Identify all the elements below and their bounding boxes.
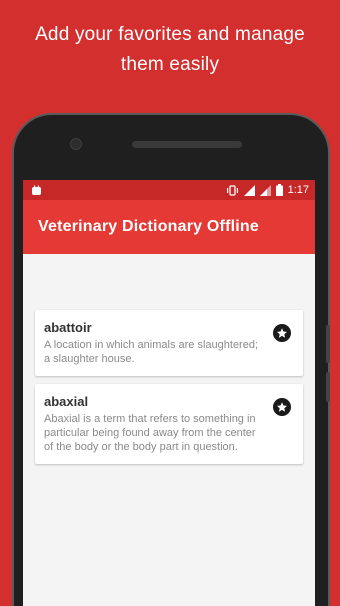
app-notification-icon (31, 185, 42, 196)
speaker-grille (132, 141, 242, 148)
promo-headline: Add your favorites and manage them easil… (0, 20, 340, 80)
favorite-definition: Abaxial is a term that refers to somethi… (44, 413, 256, 453)
app-title: Veterinary Dictionary Offline (38, 218, 259, 235)
favorite-word: abaxial (44, 394, 89, 409)
favorite-definition: A location in which animals are slaughte… (44, 339, 259, 365)
favorites-list: abattoir A location in which animals are… (23, 254, 315, 464)
camera-icon (70, 138, 82, 150)
favorite-card[interactable]: abattoir A location in which animals are… (35, 310, 303, 376)
promo-line-1: Add your favorites and manage (35, 24, 305, 45)
device-screen: 1:17 Veterinary Dictionary Offline abatt… (23, 180, 315, 606)
status-bar: 1:17 (23, 180, 315, 200)
app-bar: Veterinary Dictionary Offline (23, 200, 315, 254)
favorite-word: abattoir (44, 320, 92, 335)
phone-side-button-2 (326, 372, 330, 402)
status-time: 1:17 (287, 184, 309, 196)
promo-line-2: them easily (120, 54, 220, 75)
signal-icon-2 (259, 184, 271, 196)
vibrate-icon (226, 184, 239, 196)
phone-side-button (326, 325, 330, 363)
star-icon[interactable] (273, 324, 291, 342)
favorite-card[interactable]: abaxial Abaxial is a term that refers to… (35, 384, 303, 464)
battery-icon (275, 184, 283, 196)
star-icon[interactable] (273, 398, 291, 416)
signal-icon (243, 184, 255, 196)
